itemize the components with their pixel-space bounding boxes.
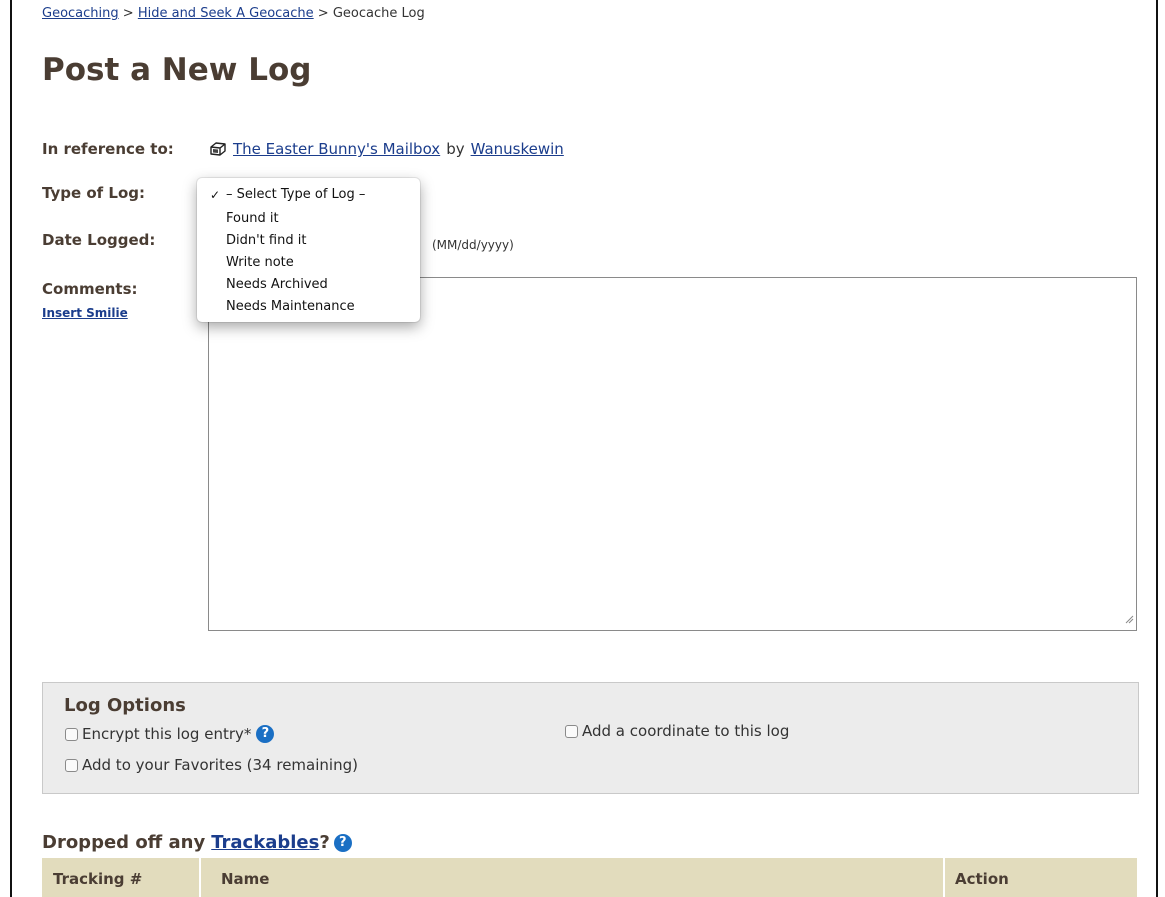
log-type-dropdown[interactable]: ✓ – Select Type of Log – Found it Didn't…: [197, 178, 420, 322]
cache-name-link[interactable]: The Easter Bunny's Mailbox: [233, 140, 440, 158]
comments-textarea[interactable]: [208, 277, 1137, 631]
trackables-heading: Dropped off any Trackables ? ?: [42, 832, 352, 853]
trackables-link[interactable]: Trackables: [211, 832, 319, 853]
log-options-panel: Log Options Encrypt this log entry* ? Ad…: [42, 682, 1139, 794]
favorites-option: Add to your Favorites (34 remaining): [65, 756, 358, 774]
date-format-hint: (MM/dd/yyyy): [432, 238, 514, 252]
column-tracking-number: Tracking #: [53, 870, 143, 888]
reference-label: In reference to:: [42, 140, 174, 158]
breadcrumb-current: Geocache Log: [332, 6, 425, 21]
column-divider: [943, 858, 945, 897]
log-type-option-needs-archived[interactable]: Needs Archived: [197, 274, 420, 296]
help-icon[interactable]: ?: [256, 725, 275, 743]
help-icon[interactable]: ?: [333, 833, 352, 852]
column-divider: [199, 858, 201, 897]
encrypt-label: Encrypt this log entry*: [82, 725, 252, 743]
encrypt-checkbox[interactable]: [65, 727, 78, 741]
trackables-table-header: Tracking # Name Action: [42, 858, 1137, 897]
resize-grip-icon[interactable]: [1125, 609, 1134, 628]
coordinate-label: Add a coordinate to this log: [582, 722, 790, 740]
favorites-label: Add to your Favorites (34 remaining): [82, 756, 358, 774]
column-action: Action: [955, 870, 1009, 888]
favorites-checkbox[interactable]: [65, 758, 78, 772]
owner-link[interactable]: Wanuskewin: [471, 140, 564, 158]
breadcrumb-geocaching-link[interactable]: Geocaching: [42, 6, 119, 21]
breadcrumb-separator: >: [122, 6, 134, 21]
breadcrumb-separator: >: [317, 6, 329, 21]
window-frame-left: [10, 0, 12, 897]
trackables-title-suffix: ?: [319, 832, 330, 853]
coordinate-checkbox[interactable]: [565, 724, 578, 738]
page-title: Post a New Log: [42, 52, 312, 88]
log-type-option-found-it[interactable]: Found it: [197, 208, 420, 230]
trackables-title-prefix: Dropped off any: [42, 832, 206, 853]
log-type-option-write-note[interactable]: Write note: [197, 252, 420, 274]
cache-type-icon: [209, 141, 227, 157]
log-type-label: Type of Log:: [42, 184, 146, 202]
checkmark-icon: ✓: [210, 188, 221, 202]
encrypt-option: Encrypt this log entry* ?: [65, 725, 275, 743]
date-logged-label: Date Logged:: [42, 231, 156, 249]
breadcrumb-hide-and-seek-link[interactable]: Hide and Seek A Geocache: [138, 6, 314, 21]
insert-smilie-link[interactable]: Insert Smilie: [42, 306, 128, 320]
window-frame-right: [1156, 0, 1158, 897]
breadcrumb: Geocaching > Hide and Seek A Geocache > …: [42, 6, 425, 21]
log-type-option-didnt-find-it[interactable]: Didn't find it: [197, 230, 420, 252]
coordinate-option: Add a coordinate to this log: [565, 722, 789, 740]
log-type-option-select[interactable]: ✓ – Select Type of Log –: [197, 184, 420, 208]
log-options-title: Log Options: [64, 695, 186, 716]
reference-row: The Easter Bunny's Mailbox by Wanuskewin: [209, 140, 564, 158]
option-label: – Select Type of Log –: [226, 187, 366, 202]
comments-label: Comments:: [42, 280, 138, 298]
column-name: Name: [221, 870, 270, 888]
log-type-option-needs-maintenance[interactable]: Needs Maintenance: [197, 296, 420, 318]
by-text: by: [446, 140, 465, 158]
